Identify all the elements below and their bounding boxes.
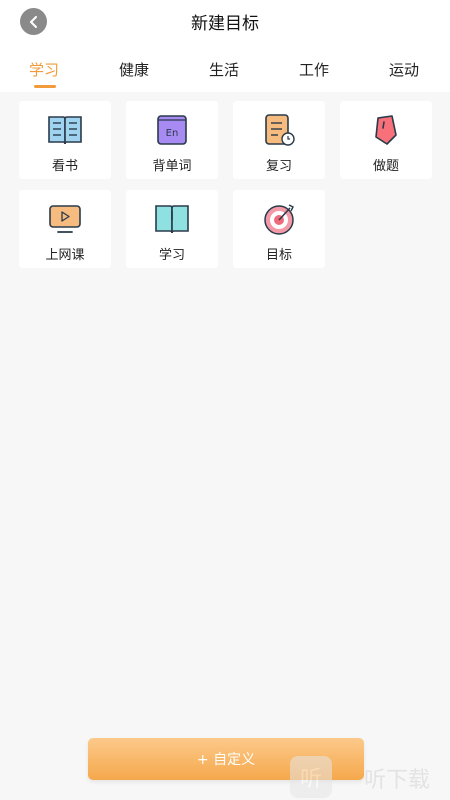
goal-item-label: 复习 — [265, 159, 292, 174]
category-tabs: 学习 健康 生活 工作 运动 — [0, 42, 450, 92]
study-book-icon — [155, 205, 189, 234]
target-icon — [264, 204, 294, 235]
goal-item-label: 学习 — [158, 248, 185, 263]
goal-item-label: 做题 — [372, 159, 399, 174]
goal-item-label: 看书 — [51, 159, 78, 174]
goal-item-target[interactable]: 目标 — [233, 190, 325, 268]
top-bar: 新建目标 — [0, 0, 450, 42]
eraser-icon — [375, 115, 397, 145]
goal-item-vocabulary[interactable]: En 背单词 — [126, 101, 218, 179]
notebook-clock-icon — [265, 114, 295, 146]
goal-item-reading[interactable]: 看书 — [19, 101, 111, 179]
goal-item-label: 背单词 — [152, 159, 192, 174]
page-title: 新建目标 — [191, 14, 259, 34]
tab-study[interactable]: 学习 — [29, 59, 59, 80]
goal-item-label: 目标 — [265, 248, 292, 263]
open-book-icon — [48, 116, 82, 145]
goal-item-review[interactable]: 复习 — [233, 101, 325, 179]
video-lesson-icon — [49, 205, 81, 233]
tab-sport[interactable]: 运动 — [389, 59, 419, 80]
goal-item-study[interactable]: 学习 — [126, 190, 218, 268]
english-book-icon: En — [157, 115, 187, 145]
watermark: 听 听下载 — [290, 756, 450, 800]
active-tab-indicator — [34, 85, 56, 88]
goal-item-label: 上网课 — [45, 248, 85, 263]
tab-work[interactable]: 工作 — [299, 59, 329, 80]
tab-health[interactable]: 健康 — [119, 59, 149, 80]
svg-text:En: En — [166, 128, 179, 139]
watermark-logo: 听 — [290, 756, 332, 798]
watermark-text: 听下载 — [364, 768, 431, 793]
tab-life[interactable]: 生活 — [209, 59, 239, 80]
goal-item-online-class[interactable]: 上网课 — [19, 190, 111, 268]
goal-item-exercises[interactable]: 做题 — [340, 101, 432, 179]
